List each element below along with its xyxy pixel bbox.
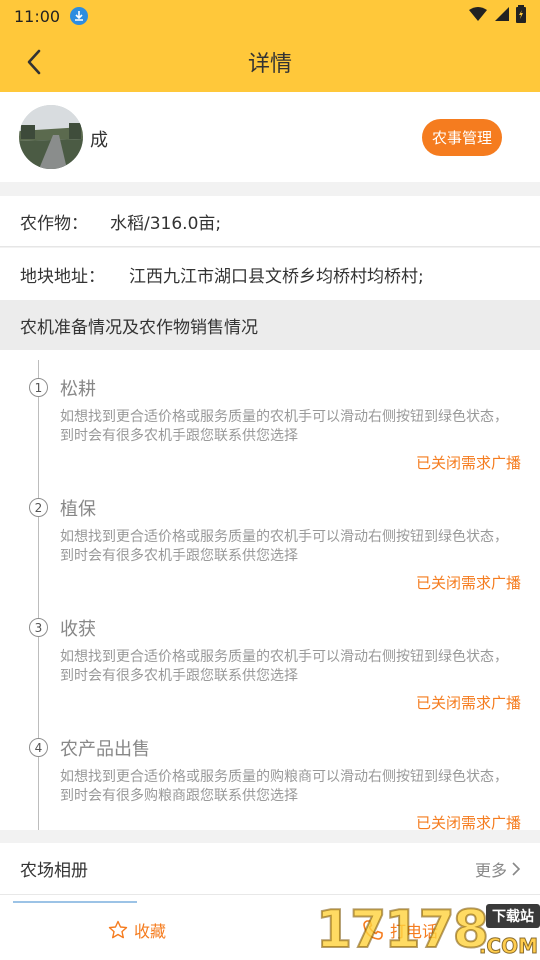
more-link[interactable]: 更多 (475, 857, 521, 881)
step-number: 2 (29, 498, 48, 517)
user-name: 成 (90, 130, 108, 151)
phone-icon (363, 920, 383, 940)
profile-card: 成 农事管理 (0, 92, 540, 182)
album-title: 农场相册 (20, 861, 88, 881)
crop-row: 农作物： 水稻/316.0亩; (0, 196, 540, 247)
call-button[interactable]: 打电话 (362, 915, 438, 945)
step-description: 如想找到更合适价格或服务质量的农机手可以滑动右侧按钮到绿色状态，到时会有很多农机… (60, 649, 508, 684)
step-title: 植保 (60, 499, 96, 520)
steps-timeline: 1 松耕 如想找到更合适价格或服务质量的农机手可以滑动右侧按钮到绿色状态，到时会… (0, 350, 540, 832)
step-item: 3 收获 如想找到更合适价格或服务质量的农机手可以滑动右侧按钮到绿色状态，到时会… (0, 600, 540, 720)
farm-album-row[interactable]: 农场相册 更多 (0, 843, 540, 895)
step-item: 2 植保 如想找到更合适价格或服务质量的农机手可以滑动右侧按钮到绿色状态，到时会… (0, 480, 540, 600)
download-notification-icon (70, 7, 89, 25)
step-title: 松耕 (60, 379, 96, 400)
app-header: 详情 (0, 32, 540, 92)
wifi-icon (468, 6, 488, 26)
step-item: 4 农产品出售 如想找到更合适价格或服务质量的购粮商可以滑动右侧按钮到绿色状态，… (0, 720, 540, 840)
step-title: 收获 (60, 619, 96, 640)
step-item: 1 松耕 如想找到更合适价格或服务质量的农机手可以滑动右侧按钮到绿色状态，到时会… (0, 360, 540, 480)
tab-indicator (13, 901, 137, 903)
back-button[interactable] (14, 42, 54, 82)
step-title: 农产品出售 (60, 739, 150, 760)
broadcast-status[interactable]: 已关闭需求广播 (416, 692, 521, 713)
step-description: 如想找到更合适价格或服务质量的购粮商可以滑动右侧按钮到绿色状态，到时会有很多购粮… (60, 769, 508, 804)
chevron-left-icon (27, 49, 41, 75)
status-time: 11:00 (14, 6, 61, 26)
divider (0, 830, 540, 843)
page-title: 详情 (247, 52, 292, 77)
bottom-action-bar: 收藏 打电话 (0, 895, 540, 960)
address-value: 江西九江市湖口县文桥乡均桥村均桥村; (129, 266, 424, 287)
broadcast-status[interactable]: 已关闭需求广播 (416, 452, 521, 473)
address-row: 地块地址： 江西九江市湖口县文桥乡均桥村均桥村; (0, 248, 540, 300)
call-label: 打电话 (390, 922, 439, 941)
address-label: 地块地址： (20, 266, 105, 287)
star-icon (108, 920, 128, 939)
crop-value: 水稻/316.0亩; (110, 213, 222, 234)
chevron-right-icon (512, 861, 521, 876)
signal-icon (494, 6, 510, 26)
avatar[interactable] (19, 105, 83, 169)
battery-icon (516, 5, 526, 27)
farm-management-button[interactable]: 农事管理 (422, 119, 502, 156)
status-bar: 11:00 (0, 0, 540, 32)
section-title: 农机准备情况及农作物销售情况 (0, 300, 540, 350)
crop-label: 农作物： (20, 213, 88, 234)
step-number: 1 (29, 378, 48, 397)
favorite-label: 收藏 (134, 922, 167, 941)
more-label: 更多 (474, 860, 507, 880)
step-description: 如想找到更合适价格或服务质量的农机手可以滑动右侧按钮到绿色状态，到时会有很多农机… (60, 409, 508, 444)
step-number: 4 (29, 738, 48, 757)
broadcast-status[interactable]: 已关闭需求广播 (416, 572, 521, 593)
step-description: 如想找到更合适价格或服务质量的农机手可以滑动右侧按钮到绿色状态，到时会有很多农机… (60, 529, 508, 564)
favorite-button[interactable]: 收藏 (108, 915, 166, 945)
step-number: 3 (29, 618, 48, 637)
